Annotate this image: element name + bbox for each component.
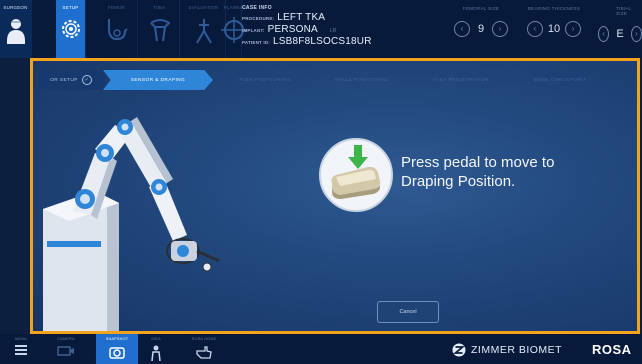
check-icon: ✓ [81, 75, 92, 85]
step-bone-checkpoint[interactable]: BONE CHECKPOINT [511, 70, 609, 90]
robot-arm-illustration [43, 117, 220, 331]
instruction-text: Press pedal to move to Draping Position. [401, 153, 631, 191]
femoral-size-increase-button[interactable]: › [492, 21, 508, 37]
step-or-setup[interactable]: OR SETUP ✓ [37, 70, 105, 90]
foot-pedal-icon [318, 137, 394, 213]
tibia-icon [149, 19, 171, 42]
main-workflow-panel: OR SETUP ✓ SENSOR & DRAPING FLEX POSITIO… [30, 58, 640, 334]
hand-pointer-icon [196, 346, 212, 359]
patient-id-key: PATIENT ID: [242, 40, 271, 45]
tab-surgeon[interactable]: SURGEON [0, 0, 32, 58]
gear-icon [61, 20, 80, 38]
idea-button[interactable]: IDEA [146, 334, 166, 364]
tibial-size-controls: ‹ E › [598, 26, 642, 42]
menu-label: MENU [15, 337, 27, 341]
tab-planning[interactable]: PLANNING [220, 0, 248, 58]
implant-value: PERSONA [267, 24, 318, 35]
bearing-thickness-stepper: BEARING THICKNESS ‹ 10 › [516, 6, 592, 52]
femur-icon [107, 19, 128, 41]
step-bone-checkpoint-label: BONE CHECKPOINT [533, 77, 587, 83]
camera-icon [57, 346, 74, 356]
snapshot-button[interactable]: SNAPSHOT [96, 334, 138, 364]
tab-surgeon-label: SURGEON [3, 5, 28, 10]
instruction-line-2: Draping Position. [401, 173, 516, 190]
tibial-size-decrease-button[interactable]: ‹ [598, 26, 609, 42]
tibial-size-value: E [616, 28, 624, 40]
tibial-size-increase-button[interactable]: › [631, 26, 642, 42]
bearing-thickness-title: BEARING THICKNESS [527, 6, 581, 11]
menu-icon [15, 345, 27, 355]
cancel-button[interactable]: Cancel [377, 301, 439, 323]
brand-name: ZIMMER BIOMET [471, 344, 563, 356]
patient-row: PATIENT ID: LSB8F8LSOCS18UR [242, 36, 442, 47]
idea-person-icon [151, 345, 161, 361]
bearing-thickness-value: 10 [547, 23, 561, 35]
step-sensor-draping[interactable]: SENSOR & DRAPING [103, 70, 213, 90]
tab-tibia[interactable]: TIBIA [140, 0, 180, 58]
workflow-breadcrumb: OR SETUP ✓ SENSOR & DRAPING FLEX POSITIO… [37, 70, 637, 90]
step-flex-registration-label: FLEX REGISTRATION [433, 77, 489, 83]
tibial-size-title: TIBIAL SIZE [616, 6, 632, 16]
procedure-row: PROCEDURE: LEFT TKA [242, 12, 442, 23]
idea-label: IDEA [151, 337, 161, 341]
step-flex-registration[interactable]: FLEX REGISTRATION [413, 70, 509, 90]
step-flex-positioning[interactable]: FLEX POSITIONING [221, 70, 309, 90]
patient-id-value: LSB8F8LSOCS18UR [273, 36, 372, 47]
femoral-size-title: FEMORAL SIZE [462, 6, 500, 11]
rosa-home-button[interactable]: ROSA HOME [184, 334, 224, 364]
femoral-size-controls: ‹ 9 › [448, 21, 514, 37]
tab-setup[interactable]: SETUP [56, 0, 86, 58]
instruction-line-1: Press pedal to move to [401, 154, 555, 171]
procedure-key: PROCEDURE: [242, 16, 275, 21]
top-navigation-bar: SURGEON SETUP FEMUR TIBIA EVALUATION PLA… [0, 0, 642, 58]
femoral-size-value: 9 [477, 23, 485, 35]
case-info-title: CASE INFO [242, 5, 272, 11]
step-flex-positioning-label: FLEX POSITIONING [239, 77, 291, 83]
zimmer-biomet-brand: ZIMMER BIOMET [452, 341, 562, 359]
step-sensor-draping-label: SENSOR & DRAPING [130, 77, 186, 83]
bearing-thickness-controls: ‹ 10 › [516, 21, 592, 37]
rosa-home-label: ROSA HOME [191, 337, 217, 341]
tab-femur-label: FEMUR [108, 5, 125, 10]
camera-label: CAMERA [57, 337, 75, 341]
tab-setup-label: SETUP [62, 5, 79, 10]
surgeon-icon [6, 19, 25, 44]
implant-key: IMPLANT: [242, 28, 265, 33]
tibial-size-stepper: TIBIAL SIZE ‹ E › [594, 6, 642, 52]
camera-button[interactable]: CAMERA [50, 334, 82, 364]
femoral-size-decrease-button[interactable]: ‹ [454, 21, 470, 37]
step-or-setup-label: OR SETUP [50, 77, 78, 83]
tab-femur[interactable]: FEMUR [96, 0, 138, 58]
step-ankle-positioning[interactable]: ANKLE POSITIONING [313, 70, 411, 90]
tab-tibia-label: TIBIA [153, 5, 166, 10]
menu-button[interactable]: MENU [10, 334, 32, 364]
zimmer-biomet-logo-icon [452, 343, 466, 357]
snapshot-label: SNAPSHOT [105, 337, 129, 341]
bearing-thickness-decrease-button[interactable]: ‹ [526, 21, 543, 37]
case-info-panel: CASE INFO PROCEDURE: LEFT TKA IMPLANT: P… [242, 5, 442, 53]
lr-indicator: LR [329, 28, 337, 34]
snapshot-icon [109, 347, 125, 359]
femoral-size-stepper: FEMORAL SIZE ‹ 9 › [448, 6, 514, 52]
rosa-logo: ROSA [592, 342, 632, 357]
implant-row: IMPLANT: PERSONA LR [242, 24, 442, 35]
leg-evaluation-icon [195, 19, 212, 44]
bearing-thickness-increase-button[interactable]: › [565, 21, 582, 37]
procedure-value: LEFT TKA [277, 12, 326, 23]
step-ankle-positioning-label: ANKLE POSITIONING [334, 77, 390, 83]
